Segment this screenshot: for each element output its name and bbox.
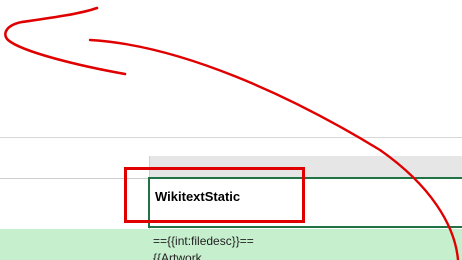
cell-text-line: =={{int:filedesc}}== — [153, 234, 254, 248]
cell-text-line: {{Artwork — [153, 251, 202, 260]
column-divider — [149, 229, 150, 260]
column-header-strip — [150, 156, 462, 177]
gridline — [0, 137, 462, 138]
active-cell-text: WikitextStatic — [155, 189, 241, 204]
gridline — [0, 178, 150, 179]
spreadsheet-screenshot: WikitextStatic =={{int:filedesc}}== {{Ar… — [0, 0, 462, 260]
